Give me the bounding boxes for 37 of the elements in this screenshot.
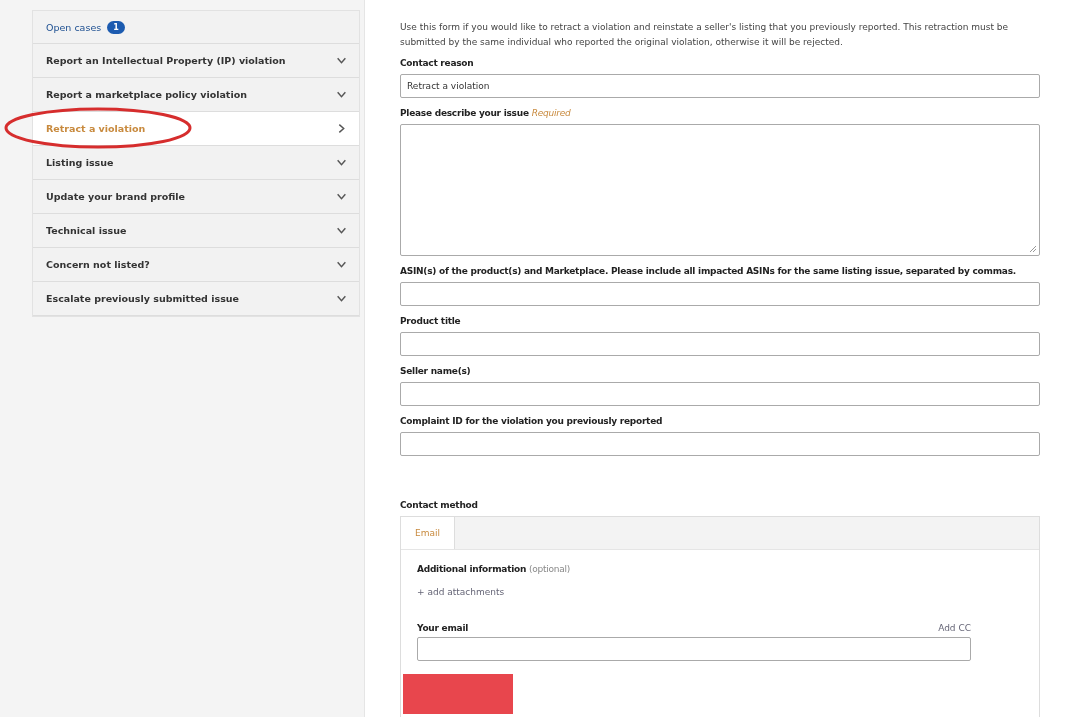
chevron-down-icon	[336, 89, 347, 100]
field-label: Please describe your issue	[400, 108, 529, 118]
chevron-down-icon	[336, 259, 347, 270]
sidebar-item[interactable]: Listing issue	[33, 146, 359, 180]
resize-grip-icon	[1029, 245, 1037, 253]
input-field[interactable]	[400, 332, 1040, 356]
field-label: Contact method	[400, 500, 479, 510]
add-attachments-link[interactable]: + add attachments	[417, 587, 505, 597]
input-field[interactable]	[400, 382, 1040, 406]
field-label: Your email	[417, 623, 469, 633]
sidebar-item[interactable]: Concern not listed?	[33, 248, 359, 282]
optional-note: (optional)	[529, 564, 571, 574]
field-label: ASIN(s) of the product(s) and Marketplace. Please include all impacted ASINs for the same listing issue, separated by commas.	[400, 266, 1016, 276]
field-label: Additional information	[417, 564, 527, 574]
chevron-down-icon	[336, 191, 347, 202]
input-field[interactable]	[400, 432, 1040, 456]
input-field[interactable]	[400, 282, 1040, 306]
chevron-down-icon	[336, 55, 347, 66]
sidebar-item[interactable]: Escalate previously submitted issue	[33, 282, 359, 316]
chevron-right-icon	[336, 123, 347, 134]
chevron-down-icon	[336, 293, 347, 304]
sidebar-item[interactable]: Report an Intellectual Property (IP) violation	[33, 44, 359, 78]
sidebar-item[interactable]: Update your brand profile	[33, 180, 359, 214]
count-badge: 1	[107, 20, 125, 34]
email-field[interactable]	[417, 637, 971, 661]
add-cc-link[interactable]: Add CC	[938, 623, 971, 633]
chevron-down-icon	[336, 225, 347, 236]
field-label: Product title	[400, 316, 461, 326]
intro-text: Use this form if you would like to retract a violation and reinstate a seller's listing that you previously reported. This retraction must be submitted by the same individual who reported the original violation, otherwise it will be rejected.	[400, 21, 1010, 49]
field-label: Complaint ID for the violation you previously reported	[400, 416, 663, 426]
sidebar-item[interactable]: Technical issue	[33, 214, 359, 248]
input-field[interactable]: Retract a violation	[400, 74, 1040, 98]
chevron-down-icon	[336, 157, 347, 168]
open-cases-link[interactable]: Open cases	[46, 21, 102, 33]
field-label: Seller name(s)	[400, 366, 471, 376]
field-label: Contact reason	[400, 58, 474, 68]
required-note: Required	[531, 108, 571, 118]
